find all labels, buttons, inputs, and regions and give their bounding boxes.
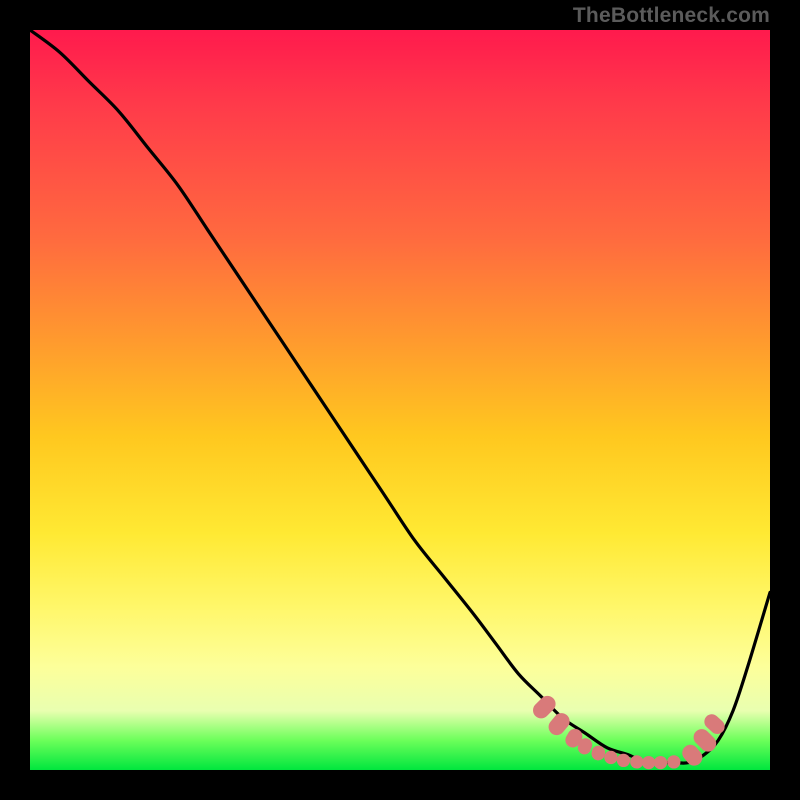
- bead-7: [630, 755, 643, 768]
- bead-10: [667, 755, 680, 768]
- bead-9: [654, 756, 667, 769]
- bead-8: [642, 756, 655, 769]
- bottleneck-curve: [30, 30, 770, 763]
- bead-6: [617, 754, 630, 767]
- curve-layer: [30, 30, 770, 763]
- beads-layer: [530, 692, 728, 769]
- plot-area: [30, 30, 770, 770]
- watermark-text: TheBottleneck.com: [573, 4, 770, 28]
- bead-5: [604, 751, 617, 764]
- chart-frame: TheBottleneck.com: [0, 0, 800, 800]
- chart-svg: [30, 30, 770, 770]
